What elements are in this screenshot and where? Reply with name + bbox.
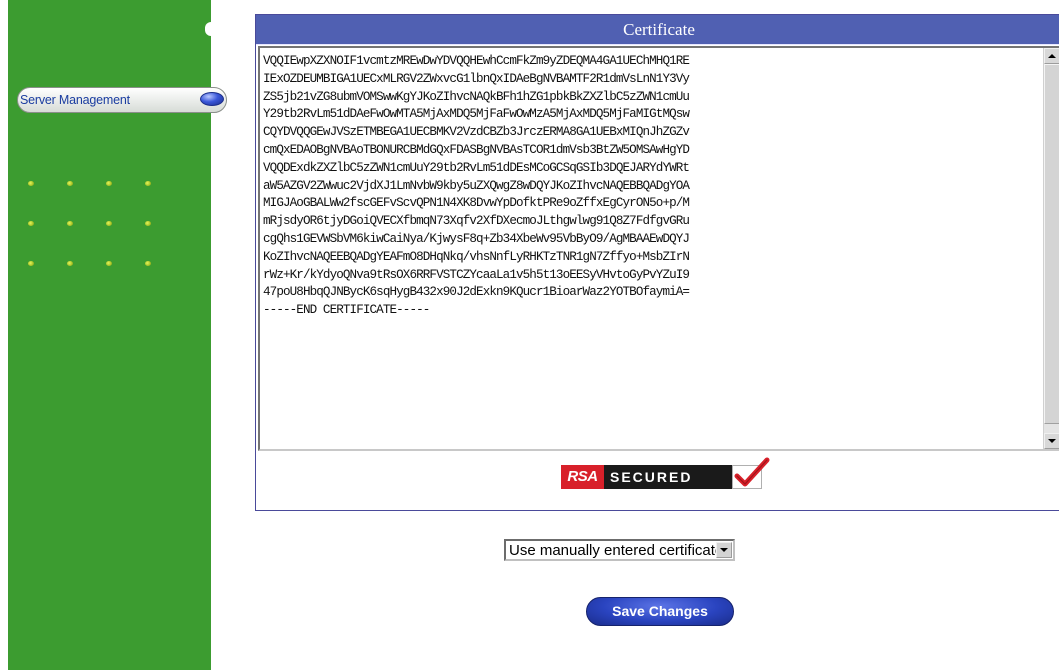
decorative-dot-icon (67, 261, 73, 266)
rsa-secured-label: SECURED (610, 469, 693, 485)
decorative-dot-icon (67, 221, 73, 226)
rsa-secured-badge: RSA SECURED (561, 457, 775, 496)
scroll-down-button[interactable] (1044, 433, 1059, 449)
certificate-title: Certificate (256, 15, 1059, 45)
dot-row (28, 215, 188, 235)
scroll-up-button[interactable] (1044, 48, 1059, 64)
decorative-dot-icon (28, 181, 34, 186)
dot-row (28, 255, 188, 275)
decorative-dot-icon (106, 181, 112, 186)
decorative-dot-icon (106, 221, 112, 226)
certificate-settings-page: Server Management Certificate VQQIEwpXZX… (0, 0, 1059, 670)
save-changes-button[interactable]: Save Changes (586, 597, 734, 626)
certificate-textarea[interactable]: VQQIEwpXZXNOIF1vcmtzMREwDwYDVQQHEwhCcmFk… (258, 46, 1059, 451)
decorative-dot-icon (145, 261, 151, 266)
checkmark-icon (734, 457, 770, 487)
decorative-dot-icon (145, 181, 151, 186)
decorative-dot-icon (145, 221, 151, 226)
arrow-down-icon (1048, 439, 1056, 443)
rsa-logo: RSA (561, 465, 604, 489)
rsa-badge-box: RSA SECURED (561, 465, 735, 489)
arrow-up-icon (1048, 54, 1056, 58)
decorative-dot-icon (28, 221, 34, 226)
certificate-text[interactable]: VQQIEwpXZXNOIF1vcmtzMREwDwYDVQQHEwhCcmFk… (263, 53, 1043, 443)
active-bullet-icon (200, 92, 224, 106)
decorative-dot-icon (106, 261, 112, 266)
vertical-scrollbar[interactable] (1043, 48, 1059, 449)
scroll-thumb[interactable] (1044, 64, 1059, 424)
decorative-dot-icon (28, 261, 34, 266)
certificate-panel: Certificate VQQIEwpXZXNOIF1vcmtzMREwDwYD… (255, 14, 1059, 511)
sidebar-item-label: Server Management (20, 93, 130, 107)
certificate-source-value: Use manually entered certificate (509, 541, 716, 559)
chevron-down-icon (720, 548, 728, 552)
dot-row (28, 175, 188, 195)
dropdown-arrow-icon[interactable] (716, 542, 732, 558)
certificate-source-select[interactable]: Use manually entered certificate (504, 539, 735, 561)
decorative-dot-icon (67, 181, 73, 186)
sidebar-item-server-management[interactable]: Server Management (17, 87, 227, 113)
sidebar-notch (205, 22, 211, 36)
sidebar-decorative-dots (28, 175, 188, 295)
